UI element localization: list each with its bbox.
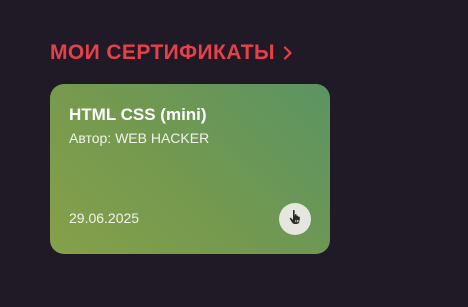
- pointer-hand-icon: [288, 209, 302, 230]
- certificate-card[interactable]: HTML CSS (mini) Автор: WEB HACKER 29.06.…: [50, 84, 330, 254]
- chevron-right-icon: [283, 46, 293, 60]
- certificate-open-button[interactable]: [279, 203, 311, 235]
- certificate-title: HTML CSS (mini): [69, 105, 207, 124]
- certificate-date: 29.06.2025: [69, 210, 140, 226]
- section-title: МОИ СЕРТИФИКАТЫ: [50, 41, 275, 64]
- certificate-author: Автор: WEB HACKER: [69, 130, 210, 146]
- section-header-link[interactable]: МОИ СЕРТИФИКАТЫ: [50, 38, 293, 68]
